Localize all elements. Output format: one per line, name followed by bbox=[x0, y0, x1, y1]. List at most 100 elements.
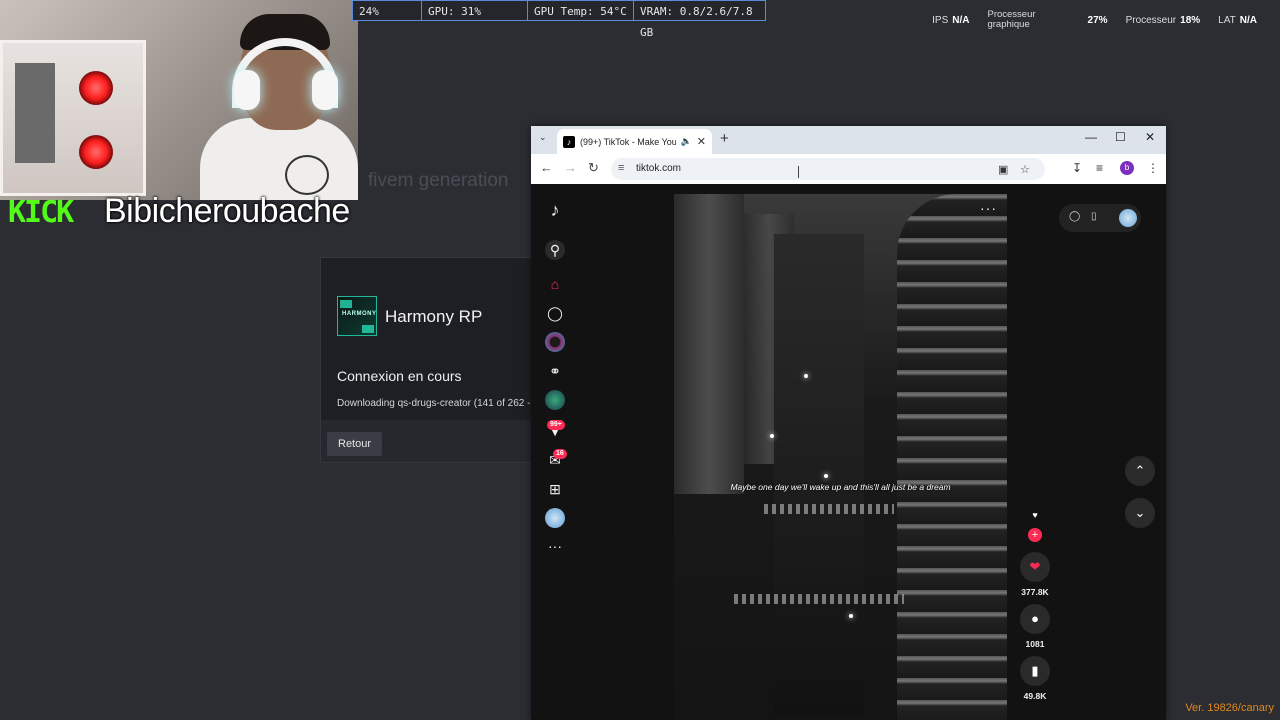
profile-icon[interactable] bbox=[545, 508, 565, 528]
upload-icon[interactable]: ⊞ bbox=[545, 479, 565, 499]
chevron-down-icon[interactable]: ⌄ bbox=[1125, 498, 1155, 528]
browser-toolbar: ← → ↻ ≡ tiktok.com ▣ ☆ ↧ ≡ b ⋮ bbox=[531, 154, 1166, 184]
plus-icon[interactable]: + bbox=[720, 130, 729, 147]
messages-badge: 16 bbox=[553, 449, 567, 459]
compass-icon[interactable]: ◯ bbox=[545, 303, 565, 323]
video-crosswalk bbox=[764, 504, 894, 514]
streamer-name: Bibicheroubache bbox=[104, 192, 350, 230]
following-avatar[interactable] bbox=[545, 390, 565, 410]
stat-cpu: 24% bbox=[352, 0, 422, 21]
tab-tiktok[interactable]: ♪ (99+) TikTok - Make Your Day 🔈 ✕ bbox=[557, 129, 712, 154]
back-button[interactable]: Retour bbox=[327, 432, 383, 456]
url-text[interactable]: tiktok.com bbox=[636, 163, 681, 174]
rgb-fan bbox=[79, 71, 113, 105]
video-mini-controls: ◯ ▯ bbox=[1059, 204, 1141, 232]
shirt bbox=[200, 118, 358, 200]
playlist-icon[interactable]: ≡ bbox=[1096, 161, 1103, 175]
video-street bbox=[774, 234, 864, 714]
video-crosswalk bbox=[734, 594, 904, 604]
kebab-icon[interactable]: ⋮ bbox=[1147, 161, 1159, 175]
profile-avatar[interactable]: b bbox=[1120, 161, 1134, 175]
kick-logo: KICK bbox=[8, 198, 74, 228]
friends-icon[interactable]: ⚭ bbox=[545, 361, 565, 381]
perf-ips-value: N/A bbox=[952, 14, 970, 26]
more-options-icon[interactable]: ··· bbox=[980, 200, 997, 216]
home-icon[interactable]: ⌂ bbox=[545, 274, 565, 294]
like-count: 377.8K bbox=[1021, 587, 1049, 597]
creator-avatar[interactable]: ♥ bbox=[1027, 510, 1043, 526]
bookmark-button[interactable]: ▮ bbox=[1020, 656, 1050, 686]
perf-ips-label: IPS bbox=[932, 14, 949, 26]
install-icon[interactable]: ▣ bbox=[998, 163, 1008, 176]
server-logo-text: HARMONY bbox=[342, 311, 377, 317]
gpu-board bbox=[15, 63, 55, 163]
video-building-right bbox=[897, 194, 1007, 720]
more-icon[interactable]: ··· bbox=[545, 536, 565, 556]
video-player[interactable]: Maybe one day we'll wake up and this'll … bbox=[674, 194, 1007, 720]
tiktok-logo-icon[interactable]: ♪ bbox=[545, 200, 565, 220]
background-ghost-text: fivem generation bbox=[368, 170, 509, 191]
server-name: Harmony RP bbox=[385, 307, 483, 326]
perf-gpu: Processeur graphique 27% bbox=[978, 10, 1116, 30]
arrow-left-icon[interactable]: ← bbox=[540, 160, 553, 175]
maximize-icon[interactable]: ☐ bbox=[1115, 130, 1126, 144]
text-cursor-icon bbox=[798, 166, 799, 178]
video-building bbox=[674, 194, 744, 494]
stat-gpu-temp: GPU Temp: 54°C bbox=[528, 0, 634, 21]
connection-status-title: Connexion en cours bbox=[337, 368, 462, 384]
close-window-icon[interactable]: ✕ bbox=[1145, 130, 1155, 144]
phone-icon[interactable]: ▯ bbox=[1091, 211, 1097, 222]
performance-overlay: IPS N/A Processeur graphique 27% Process… bbox=[923, 10, 1266, 30]
video-light bbox=[770, 434, 774, 438]
perf-cpu-value: 18% bbox=[1180, 14, 1201, 26]
webcam-feed bbox=[0, 0, 358, 200]
video-light bbox=[849, 614, 853, 618]
close-icon[interactable]: ✕ bbox=[697, 135, 706, 148]
stat-vram: VRAM: 0.8/2.6/7.8 GB bbox=[634, 0, 766, 39]
server-logo: HARMONY bbox=[337, 296, 377, 336]
headset-earcup bbox=[234, 70, 260, 110]
tune-icon[interactable]: ≡ bbox=[618, 162, 624, 174]
perf-gpu-value: 27% bbox=[1087, 14, 1108, 26]
save-count: 49.8K bbox=[1023, 691, 1047, 701]
speaker-icon[interactable]: 🔈 bbox=[681, 136, 692, 147]
activity-badge: 99+ bbox=[547, 420, 565, 430]
tab-title: (99+) TikTok - Make Your Day bbox=[580, 136, 676, 147]
minimize-icon[interactable]: — bbox=[1085, 130, 1097, 144]
shirt-logo bbox=[285, 155, 329, 195]
account-avatar[interactable] bbox=[1119, 209, 1137, 227]
compass-icon[interactable]: ◯ bbox=[1069, 211, 1080, 222]
video-caption: Maybe one day we'll wake up and this'll … bbox=[730, 482, 951, 492]
video-light bbox=[824, 474, 828, 478]
perf-lat-value: N/A bbox=[1239, 14, 1257, 26]
address-bar[interactable]: ≡ tiktok.com ▣ ☆ bbox=[611, 158, 1045, 180]
comment-count: 1081 bbox=[1025, 639, 1045, 649]
perf-cpu-label: Processeur bbox=[1125, 14, 1177, 26]
perf-lat-label: LAT bbox=[1218, 14, 1236, 26]
like-button[interactable]: ❤ bbox=[1020, 552, 1050, 582]
pc-case bbox=[0, 40, 146, 196]
fivem-version: Ver. 19826/canary bbox=[1185, 702, 1274, 714]
rgb-fan bbox=[79, 135, 113, 169]
perf-ips: IPS N/A bbox=[923, 15, 978, 26]
chevron-up-icon[interactable]: ⌃ bbox=[1125, 456, 1155, 486]
star-icon[interactable]: ☆ bbox=[1020, 163, 1030, 176]
headset-earcup bbox=[312, 70, 338, 110]
browser-window: ⌄ ♪ (99+) TikTok - Make Your Day 🔈 ✕ + —… bbox=[531, 126, 1166, 720]
live-avatar[interactable] bbox=[545, 332, 565, 352]
comment-button[interactable]: ● bbox=[1020, 604, 1050, 634]
tiktok-icon: ♪ bbox=[563, 135, 575, 148]
perf-lat: LAT N/A bbox=[1209, 15, 1266, 26]
perf-cpu: Processeur 18% bbox=[1117, 15, 1210, 26]
fivem-connection-card: HARMONY Harmony RP Connexion en cours Do… bbox=[320, 257, 540, 463]
search-icon[interactable]: ⚲ bbox=[545, 240, 565, 260]
download-icon[interactable]: ↧ bbox=[1072, 161, 1082, 175]
arrow-right-icon[interactable]: → bbox=[564, 160, 577, 175]
tab-strip: ⌄ ♪ (99+) TikTok - Make Your Day 🔈 ✕ + —… bbox=[531, 126, 1166, 154]
connection-status-detail: Downloading qs-drugs-creator (141 of 262… bbox=[337, 398, 531, 409]
chevron-down-icon[interactable]: ⌄ bbox=[539, 132, 547, 143]
stat-gpu: GPU: 31% bbox=[422, 0, 528, 21]
follow-plus-icon[interactable]: + bbox=[1028, 528, 1042, 542]
perf-gpu-label: Processeur graphique bbox=[987, 10, 1035, 30]
reload-icon[interactable]: ↻ bbox=[588, 160, 599, 176]
